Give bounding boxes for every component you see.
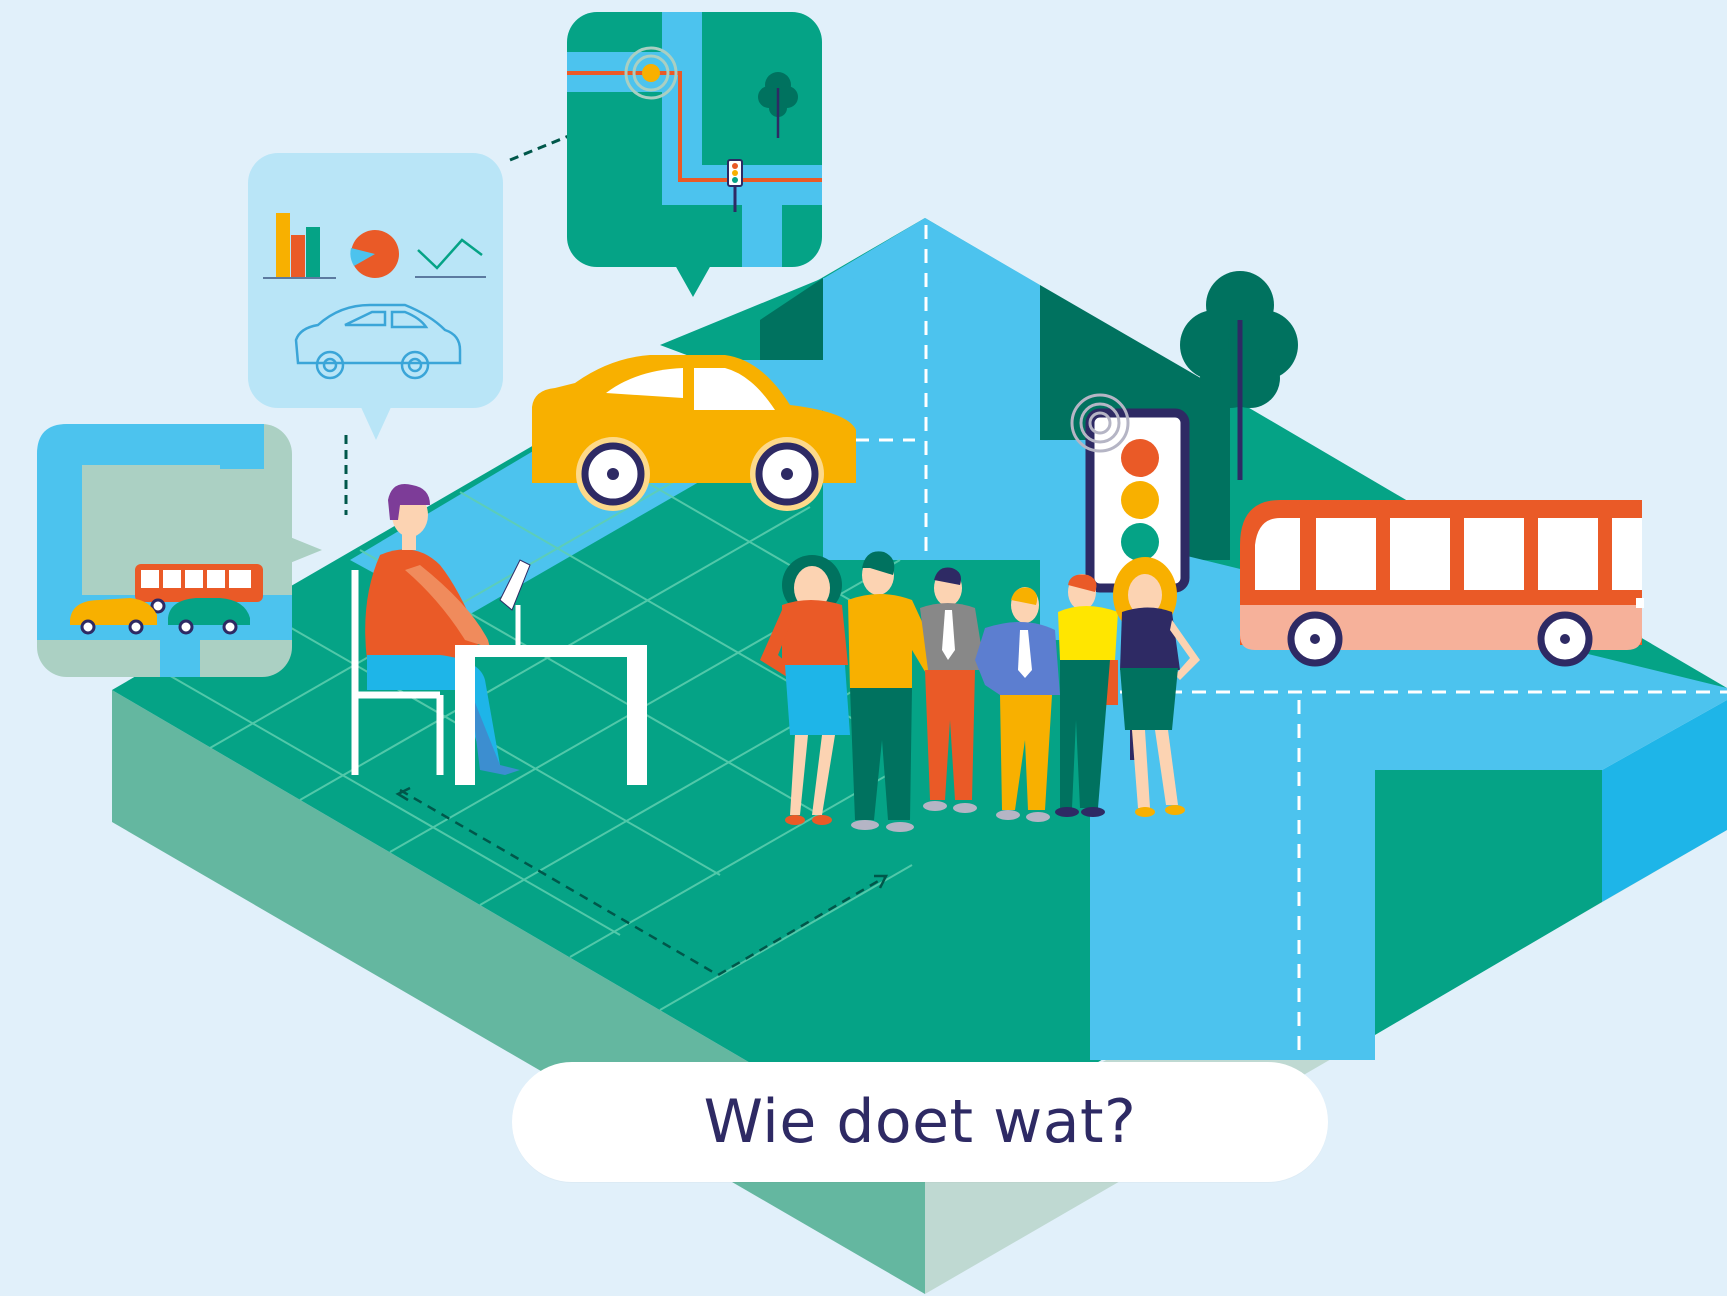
map-bubble-top: [567, 12, 822, 297]
road-vertical-top: [823, 278, 1040, 560]
ground-block-right-side: [1375, 770, 1602, 1035]
map-bubble-left: [37, 424, 322, 677]
ground-block-dark-left: [760, 278, 823, 360]
wie-doet-wat-button[interactable]: Wie doet wat?: [512, 1062, 1328, 1182]
data-bubble: [248, 153, 503, 440]
bus: [1240, 500, 1644, 667]
road-vertical-right: [1200, 640, 1375, 1060]
wie-doet-wat-label: Wie doet wat?: [703, 1087, 1137, 1157]
